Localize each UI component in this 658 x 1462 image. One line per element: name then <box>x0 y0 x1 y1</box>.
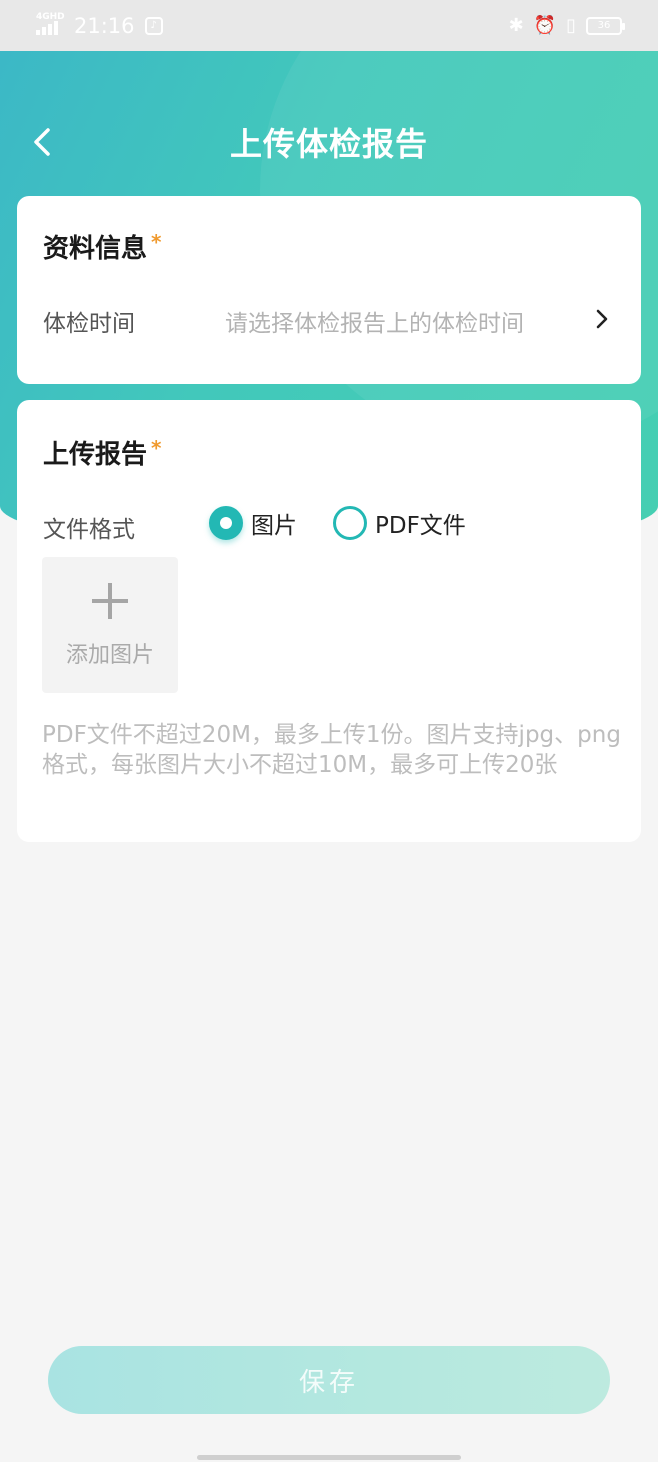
status-right: ✱ ⏰ ▯ 36 <box>508 15 625 36</box>
file-format-radio-group: 图片 PDF文件 <box>209 506 502 540</box>
plus-icon <box>92 583 128 619</box>
status-bar: 4GHD 21:16 ♪ ✱ ⏰ ▯ 36 <box>0 0 658 51</box>
upload-section-title: 上传报告 * <box>43 434 161 471</box>
save-button-label: 保存 <box>298 1367 359 1398</box>
status-left: 4GHD 21:16 ♪ <box>36 12 163 38</box>
exam-time-label: 体检时间 <box>43 311 135 337</box>
nav-bar: 上传体检报告 <box>0 100 658 184</box>
back-button[interactable] <box>22 120 62 164</box>
status-time: 21:16 <box>74 13 135 38</box>
exam-time-picker[interactable]: 体检时间 请选择体检报告上的体检时间 <box>17 296 641 346</box>
alarm-icon: ⏰ <box>533 15 557 36</box>
chevron-left-icon <box>34 128 50 156</box>
home-indicator <box>197 1455 461 1460</box>
add-image-button[interactable]: 添加图片 <box>42 557 178 693</box>
file-format-label: 文件格式 <box>43 517 135 543</box>
battery-icon: 36 <box>586 16 625 35</box>
required-mark: * <box>151 230 162 254</box>
info-section-title-text: 资料信息 <box>43 234 148 264</box>
info-section-title: 资料信息 * <box>43 228 161 265</box>
page-title: 上传体检报告 <box>229 125 428 163</box>
chevron-right-icon <box>596 309 608 329</box>
upload-card: 上传报告 * 文件格式 图片 PDF文件 添加图片 PDF文件不超过20M，最多… <box>17 400 641 842</box>
format-option-pdf[interactable]: PDF文件 <box>333 506 466 540</box>
signal-icon: 4GHD <box>36 12 65 35</box>
radio-unchecked-icon <box>333 506 367 540</box>
format-option-image[interactable]: 图片 <box>209 506 297 540</box>
info-card: 资料信息 * 体检时间 请选择体检报告上的体检时间 <box>17 196 641 384</box>
vibrate-icon: ▯ <box>566 15 576 36</box>
required-mark: * <box>151 436 162 460</box>
upload-hint: PDF文件不超过20M，最多上传1份。图片支持jpg、png格式，每张图片大小不… <box>42 722 621 778</box>
bluetooth-icon: ✱ <box>508 15 524 36</box>
add-image-label: 添加图片 <box>65 643 154 668</box>
radio-checked-icon <box>209 506 243 540</box>
format-option-label: 图片 <box>251 513 297 539</box>
upload-section-title-text: 上传报告 <box>43 440 148 470</box>
exam-time-placeholder: 请选择体检报告上的体检时间 <box>225 311 524 337</box>
format-option-label: PDF文件 <box>375 513 466 539</box>
save-button[interactable]: 保存 <box>48 1346 610 1414</box>
app-notification-icon: ♪ <box>144 16 163 35</box>
